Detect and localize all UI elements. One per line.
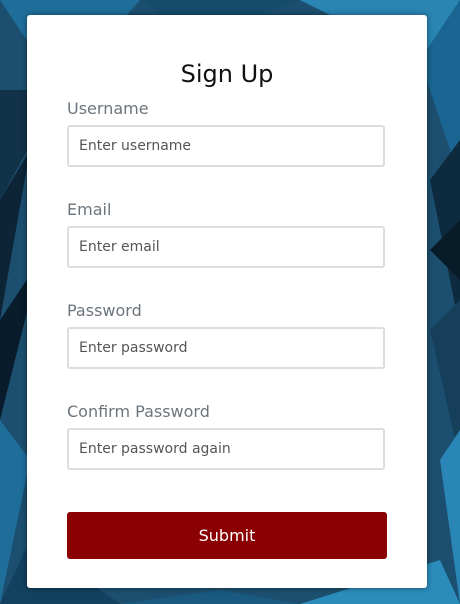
username-label: Username [67, 99, 149, 118]
confirm-password-label: Confirm Password [67, 402, 210, 421]
form-title: Sign Up [180, 60, 274, 88]
password-input[interactable] [67, 327, 385, 369]
email-input[interactable] [67, 226, 385, 268]
password-label: Password [67, 301, 142, 320]
email-label: Email [67, 200, 112, 219]
submit-button[interactable]: Submit [67, 512, 387, 559]
confirm-password-input[interactable] [67, 428, 385, 470]
username-input[interactable] [67, 125, 385, 167]
signup-card: Sign Up Username Email Password Confirm … [27, 15, 427, 588]
